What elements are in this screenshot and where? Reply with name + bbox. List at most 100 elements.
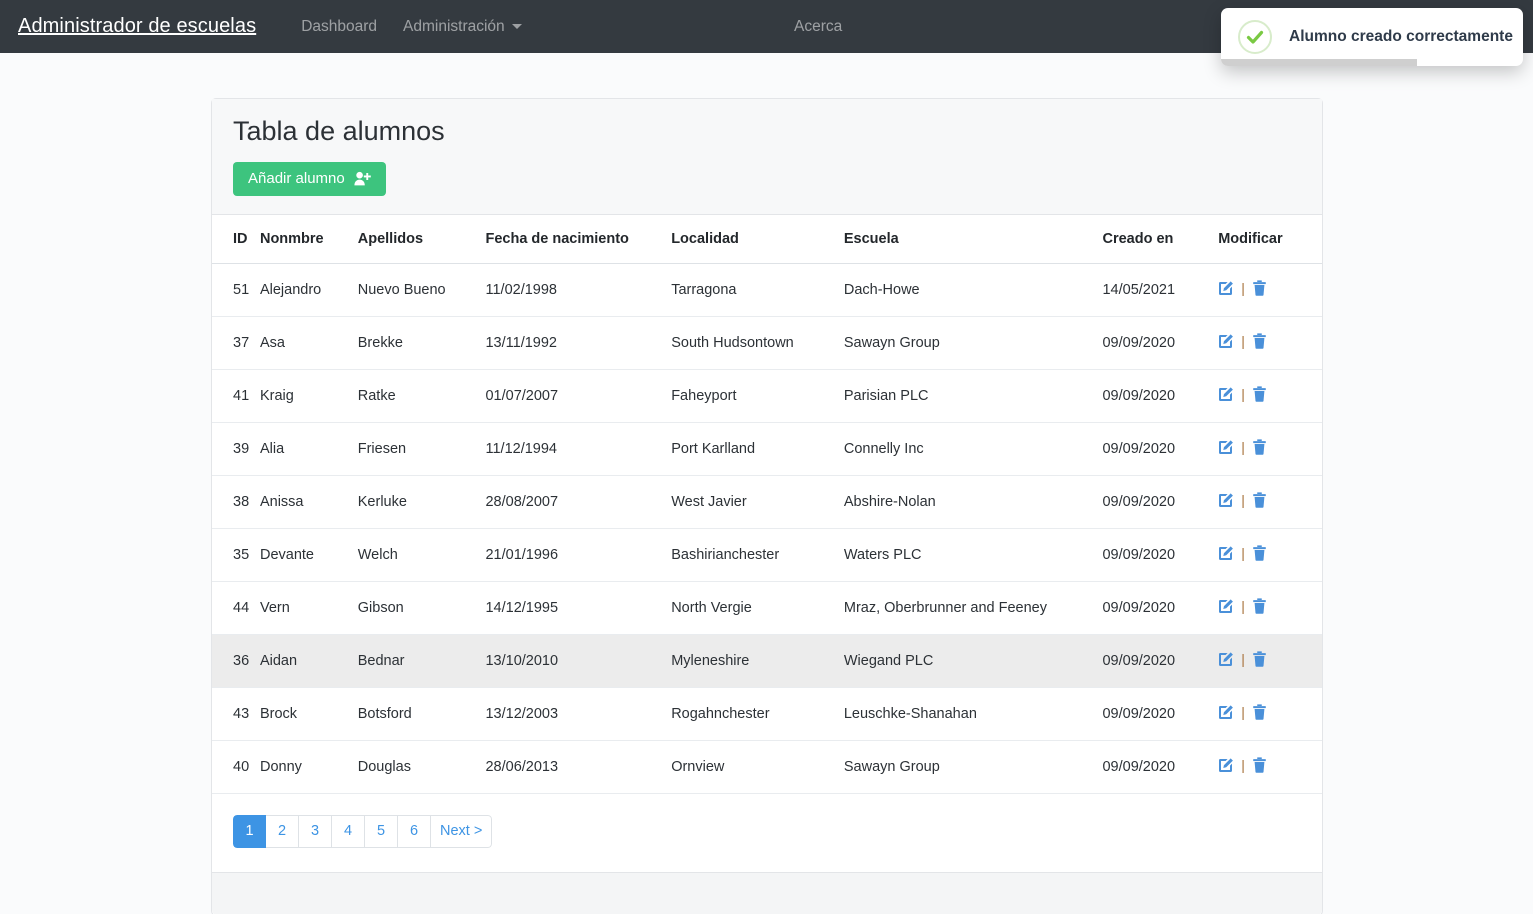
trash-icon[interactable] — [1252, 757, 1267, 773]
action-separator: | — [1241, 491, 1245, 508]
cell-fecha: 01/07/2007 — [485, 369, 672, 423]
trash-icon[interactable] — [1252, 333, 1267, 349]
cell-fecha: 13/11/1992 — [485, 316, 672, 370]
row-actions: | — [1218, 545, 1267, 561]
edit-pencil-square-icon[interactable] — [1218, 757, 1234, 773]
column-header-creado-en: Creado en — [1102, 214, 1219, 264]
trash-icon[interactable] — [1252, 651, 1267, 667]
students-card: Tabla de alumnos Añadir alumno ID Nonmbre… — [211, 98, 1323, 914]
edit-pencil-square-icon[interactable] — [1218, 545, 1234, 561]
cell-nombre: Aidan — [259, 634, 358, 688]
pagination-item-6[interactable]: 6 — [398, 814, 431, 848]
cell-escuela: Mraz, Oberbrunner and Feeney — [843, 581, 1103, 635]
cell-id: 36 — [212, 634, 260, 688]
cell-creado: 09/09/2020 — [1102, 475, 1219, 529]
cell-localidad: North Vergie — [671, 581, 844, 635]
pagination-item-2[interactable]: 2 — [266, 814, 299, 848]
action-separator: | — [1241, 279, 1245, 296]
edit-pencil-square-icon[interactable] — [1218, 492, 1234, 508]
cell-actions: | — [1218, 475, 1322, 529]
table-row[interactable]: 39 Alia Friesen 11/12/1994 Port Karlland Conn… — [212, 422, 1322, 476]
cell-actions: | — [1218, 263, 1322, 317]
toast-progress-bar — [1221, 59, 1418, 66]
add-student-label: Añadir alumno — [248, 169, 345, 187]
pagination-item-5[interactable]: 5 — [365, 814, 398, 848]
row-actions: | — [1218, 704, 1267, 720]
nav-link-administracion[interactable]: Administración — [390, 19, 535, 35]
cell-fecha: 28/08/2007 — [485, 475, 672, 529]
cell-fecha: 21/01/1996 — [485, 528, 672, 582]
edit-pencil-square-icon[interactable] — [1218, 439, 1234, 455]
cell-apellidos: Kerluke — [357, 475, 486, 529]
cell-localidad: Port Karlland — [671, 422, 844, 476]
cell-actions: | — [1218, 687, 1322, 741]
cell-creado: 09/09/2020 — [1102, 528, 1219, 582]
edit-pencil-square-icon[interactable] — [1218, 651, 1234, 667]
cell-escuela: Waters PLC — [843, 528, 1103, 582]
cell-fecha: 11/02/1998 — [485, 263, 672, 317]
navbar-links: Dashboard Administración — [288, 19, 534, 35]
table-row[interactable]: 43 Brock Botsford 13/12/2003 Rogahnchester Le… — [212, 687, 1322, 741]
row-actions: | — [1218, 280, 1267, 296]
edit-pencil-square-icon[interactable] — [1218, 386, 1234, 402]
cell-localidad: Tarragona — [671, 263, 844, 317]
table-row[interactable]: 38 Anissa Kerluke 28/08/2007 West Javier Absh… — [212, 475, 1322, 529]
navbar-brand[interactable]: Administrador de escuelas — [18, 15, 256, 38]
chevron-down-icon — [511, 24, 522, 29]
table-head: ID Nonmbre Apellidos Fecha de nacimiento Loc… — [212, 214, 1322, 264]
cell-creado: 09/09/2020 — [1102, 422, 1219, 476]
edit-pencil-square-icon[interactable] — [1218, 598, 1234, 614]
table-row[interactable]: 44 Vern Gibson 14/12/1995 North Vergie Mraz, … — [212, 581, 1322, 635]
success-toast[interactable]: Alumno creado correctamente — [1221, 8, 1523, 66]
table-row[interactable]: 51 Alejandro Nuevo Bueno 11/02/1998 Tarragon… — [212, 263, 1322, 317]
trash-icon[interactable] — [1252, 439, 1267, 455]
edit-pencil-square-icon[interactable] — [1218, 704, 1234, 720]
trash-icon[interactable] — [1252, 492, 1267, 508]
pagination-item-3[interactable]: 3 — [299, 814, 332, 848]
nav-link-acerca[interactable]: Acerca — [781, 19, 855, 35]
user-plus-icon — [354, 171, 371, 186]
nav-link-dashboard[interactable]: Dashboard — [288, 19, 390, 35]
cell-fecha: 13/10/2010 — [485, 634, 672, 688]
cell-creado: 09/09/2020 — [1102, 687, 1219, 741]
pagination-item-4[interactable]: 4 — [332, 814, 365, 848]
cell-escuela: Sawayn Group — [843, 316, 1103, 370]
trash-icon[interactable] — [1252, 704, 1267, 720]
row-actions: | — [1218, 439, 1267, 455]
table-row[interactable]: 37 Asa Brekke 13/11/1992 South Hudsontown Saw… — [212, 316, 1322, 370]
cell-fecha: 14/12/1995 — [485, 581, 672, 635]
cell-escuela: Wiegand PLC — [843, 634, 1103, 688]
cell-creado: 09/09/2020 — [1102, 581, 1219, 635]
table-row[interactable]: 35 Devante Welch 21/01/1996 Bashirianchester… — [212, 528, 1322, 582]
column-header-nonmbre: Nonmbre — [259, 214, 358, 264]
cell-apellidos: Ratke — [357, 369, 486, 423]
column-header-id: ID — [212, 214, 260, 264]
trash-icon[interactable] — [1252, 280, 1267, 296]
trash-icon[interactable] — [1252, 598, 1267, 614]
column-header-localidad: Localidad — [671, 214, 844, 264]
cell-nombre: Devante — [259, 528, 358, 582]
cell-apellidos: Welch — [357, 528, 486, 582]
trash-icon[interactable] — [1252, 545, 1267, 561]
action-separator: | — [1241, 650, 1245, 667]
edit-pencil-square-icon[interactable] — [1218, 280, 1234, 296]
cell-escuela: Connelly Inc — [843, 422, 1103, 476]
edit-pencil-square-icon[interactable] — [1218, 333, 1234, 349]
nav-link-label: Dashboard — [301, 17, 378, 35]
pagination-item-1[interactable]: 1 — [233, 814, 266, 848]
cell-id: 37 — [212, 316, 260, 370]
cell-actions: | — [1218, 422, 1322, 476]
cell-id: 43 — [212, 687, 260, 741]
toast-message: Alumno creado correctamente — [1289, 28, 1513, 45]
pagination-item-next[interactable]: Next > — [431, 814, 493, 848]
table-row[interactable]: 41 Kraig Ratke 01/07/2007 Faheyport Parisian … — [212, 369, 1322, 423]
trash-icon[interactable] — [1252, 386, 1267, 402]
column-header-escuela: Escuela — [843, 214, 1103, 264]
cell-apellidos: Nuevo Bueno — [357, 263, 486, 317]
cell-creado: 14/05/2021 — [1102, 263, 1219, 317]
table-row[interactable]: 40 Donny Douglas 28/06/2013 Ornview Sawayn Gr… — [212, 740, 1322, 794]
action-separator: | — [1241, 332, 1245, 349]
cell-nombre: Alejandro — [259, 263, 358, 317]
table-row[interactable]: 36 Aidan Bednar 13/10/2010 Myleneshire Wiegan… — [212, 634, 1322, 688]
add-student-button[interactable]: Añadir alumno — [233, 161, 386, 196]
